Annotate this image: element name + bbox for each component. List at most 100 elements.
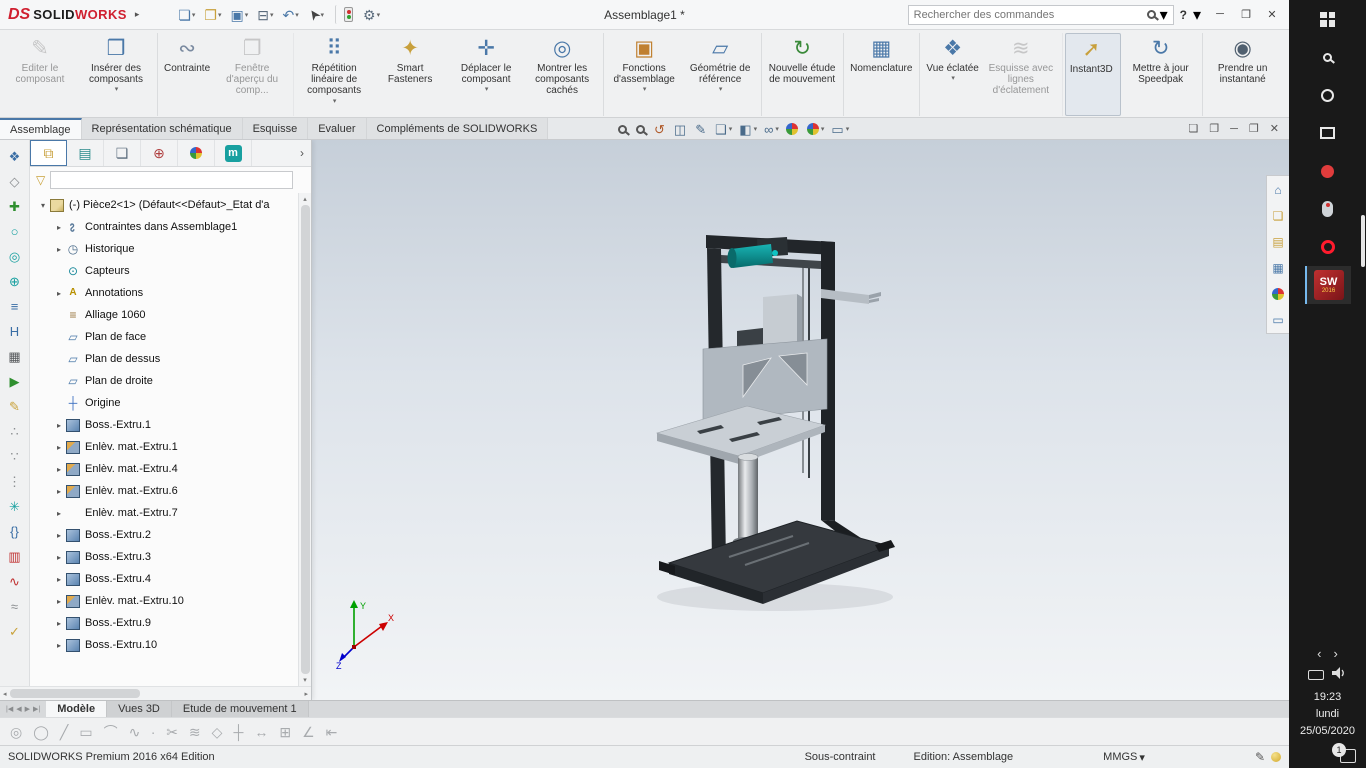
take-snapshot-button[interactable]: ◉ Prendre un instantané (1205, 33, 1281, 116)
tab-evaluer[interactable]: Evaluer (308, 118, 366, 139)
left-toolbar-button-20[interactable]: ✓ (4, 620, 26, 642)
tree-item-origine[interactable]: ┼ Origine (30, 392, 311, 414)
display-style-button[interactable]: ◧ ▾ (739, 123, 757, 136)
previous-view-button[interactable]: ↺ (654, 123, 667, 136)
left-toolbar-button-2[interactable]: ◇ (4, 170, 26, 192)
left-toolbar-button-5[interactable]: ◎ (4, 245, 26, 267)
graphics-area[interactable]: Y X Z ⌂ ❏ (0, 140, 1289, 700)
view-orientation-button[interactable]: ❑ ▾ (715, 123, 732, 136)
sketch-dimension-button[interactable]: ∠ (302, 725, 315, 739)
expand-arrow-icon[interactable]: ▸ (53, 619, 65, 628)
smart-fasteners-button[interactable]: ✦ Smart Fasteners (372, 33, 448, 116)
expand-arrow-icon[interactable]: ▸ (53, 641, 65, 650)
select-button[interactable]: ➤ ▾ (305, 6, 327, 24)
tray-scroll-right-icon[interactable]: › (1334, 646, 1338, 661)
left-toolbar-button-16[interactable]: {} (4, 520, 26, 542)
show-hidden-components-button[interactable]: ◎ Montrer les composants cachés (524, 33, 604, 116)
tree-vertical-scrollbar[interactable]: ▴ ▾ (298, 193, 311, 686)
expand-arrow-icon[interactable]: ▸ (53, 597, 65, 606)
solidworks-taskbar-button[interactable]: SW 2016 (1305, 266, 1351, 304)
left-toolbar-button-12[interactable]: ∴ (4, 420, 26, 442)
linear-component-pattern-button[interactable]: ⠿ Répétition linéaire de composants ▾ (296, 33, 372, 116)
edit-component-button[interactable]: ✎ Editer le composant (2, 33, 78, 116)
tab-assemblage[interactable]: Assemblage (0, 118, 82, 139)
start-button[interactable] (1305, 0, 1351, 38)
app-minimize-button[interactable]: ─ (1207, 8, 1233, 21)
scroll-down-icon[interactable]: ▾ (303, 676, 307, 684)
tab-scroll-next-button[interactable]: ▶ (25, 705, 30, 713)
reference-geometry-button[interactable]: ▱ Géométrie de référence ▾ (682, 33, 762, 116)
help-button[interactable]: ? (1180, 8, 1187, 22)
tab-complements-solidworks[interactable]: Compléments de SOLIDWORKS (367, 118, 549, 139)
motion-study-tab[interactable]: Etude de mouvement 1 (172, 701, 309, 717)
sketch-rectangle-button[interactable]: ▭ (79, 725, 92, 739)
edit-appearance-button[interactable] (786, 123, 800, 135)
expand-arrow-icon[interactable]: ▸ (53, 465, 65, 474)
command-search-input[interactable] (914, 9, 1143, 21)
tree-item-enlev-mat-extru-6[interactable]: ▸ Enlèv. mat.-Extru.6 (30, 480, 311, 502)
view-settings-button[interactable]: ▭ ▾ (831, 123, 849, 136)
propertymanager-tab[interactable]: ▤ (67, 140, 104, 166)
new-document-button[interactable]: ❏ ▾ (175, 6, 198, 24)
expand-arrow-icon[interactable]: ▸ (53, 575, 65, 584)
print-button[interactable]: ⊟ ▾ (254, 6, 276, 24)
move-component-button[interactable]: ✛ Déplacer le composant ▾ (448, 33, 524, 116)
tree-item-plan-de-droite[interactable]: ▱ Plan de droite (30, 370, 311, 392)
tree-item-enlev-mat-extru-1[interactable]: ▸ Enlèv. mat.-Extru.1 (30, 436, 311, 458)
expand-arrow-icon[interactable]: ▸ (53, 443, 65, 452)
tab-esquisse[interactable]: Esquisse (243, 118, 309, 139)
left-toolbar-button-3[interactable]: ✚ (4, 195, 26, 217)
left-toolbar-button-14[interactable]: ⋮ (4, 470, 26, 492)
tree-item-boss-extru-1[interactable]: ▸ Boss.-Extru.1 (30, 414, 311, 436)
tree-item-boss-extru-10[interactable]: ▸ Boss.-Extru.10 (30, 634, 311, 656)
tree-item-capteurs[interactable]: ⊙ Capteurs (30, 260, 311, 282)
tree-item-boss-extru-2[interactable]: ▸ Boss.-Extru.2 (30, 524, 311, 546)
left-toolbar-button-17[interactable]: ▥ (4, 545, 26, 567)
save-button[interactable]: ▣ ▾ (228, 6, 252, 24)
tray-scroll-left-icon[interactable]: ‹ (1317, 646, 1321, 661)
new-motion-study-button[interactable]: ↻ Nouvelle étude de mouvement (764, 33, 844, 116)
expand-arrow-icon[interactable]: ▸ (53, 553, 65, 562)
instant3d-button[interactable]: ➚ Instant3D (1065, 33, 1121, 116)
pane-toggle-button-2[interactable]: ❐ (1209, 122, 1219, 135)
exploded-view-button[interactable]: ❖ Vue éclatée ▾ (922, 33, 982, 116)
tab-scroll-first-button[interactable]: |◀ (6, 705, 13, 713)
taskbar-search-button[interactable] (1305, 38, 1351, 76)
command-search[interactable]: ▾ (908, 5, 1174, 25)
notification-center-button[interactable]: 1 (1289, 749, 1366, 763)
left-toolbar-button-1[interactable]: ❖ (4, 145, 26, 167)
sketch-spline-button[interactable]: ∿ (129, 725, 141, 739)
component-preview-window-button[interactable]: ❐ Fenêtre d'aperçu du comp... (214, 33, 294, 116)
help-dropdown-icon[interactable]: ▾ (1193, 5, 1201, 25)
tree-item-plan-de-dessus[interactable]: ▱ Plan de dessus (30, 348, 311, 370)
views-3d-tab[interactable]: Vues 3D (107, 701, 172, 717)
tree-item-annotations[interactable]: ▸ A Annotations (30, 282, 311, 304)
tree-item-piece2[interactable]: ▾ (-) Pièce2<1> (Défaut<<Défaut>_Etat d'… (30, 194, 311, 216)
3d-assembly-model[interactable] (645, 225, 905, 625)
sketch-point-button[interactable]: ∙ (151, 725, 155, 739)
tree-item-enlev-mat-extru-10[interactable]: ▸ Enlèv. mat.-Extru.10 (30, 590, 311, 612)
doc-close-button[interactable]: ✕ (1270, 122, 1279, 135)
record-app-button[interactable] (1305, 152, 1351, 190)
doc-restore-button[interactable]: ❐ (1249, 122, 1259, 135)
open-document-button[interactable]: ❐ ▾ (201, 6, 224, 24)
taskbar-clock[interactable]: 19:23 lundi 25/05/2020 (1300, 689, 1355, 740)
sketch-mirror-button[interactable]: ↔ (254, 725, 268, 739)
sketch-circle-button[interactable]: ◎ (10, 725, 22, 739)
view-palette-tab[interactable]: ▦ (1269, 258, 1287, 277)
undo-button[interactable]: ↶ ▾ (280, 6, 302, 24)
section-view-button[interactable]: ◫ (674, 123, 688, 136)
assembly-features-button[interactable]: ▣ Fonctions d'assemblage ▾ (606, 33, 682, 116)
expand-arrow-icon[interactable]: ▸ (53, 509, 65, 518)
rebuild-button[interactable] (335, 5, 357, 24)
explode-line-sketch-button[interactable]: ≋ Esquisse avec lignes d'éclatement (983, 33, 1063, 116)
units-selector[interactable]: MMGS ▾ (1103, 751, 1145, 764)
expand-arrow-icon[interactable]: ▸ (53, 289, 65, 298)
zoom-to-fit-button[interactable] (618, 125, 629, 134)
scrollbar-thumb[interactable] (10, 689, 140, 698)
insert-components-button[interactable]: ❒ Insérer des composants ▾ (78, 33, 158, 116)
scroll-left-icon[interactable]: ◂ (3, 690, 7, 698)
appearances-tab[interactable] (1269, 284, 1287, 303)
bill-of-materials-button[interactable]: ▦ Nomenclature (846, 33, 920, 116)
tree-item-enlev-mat-extru-4[interactable]: ▸ Enlèv. mat.-Extru.4 (30, 458, 311, 480)
